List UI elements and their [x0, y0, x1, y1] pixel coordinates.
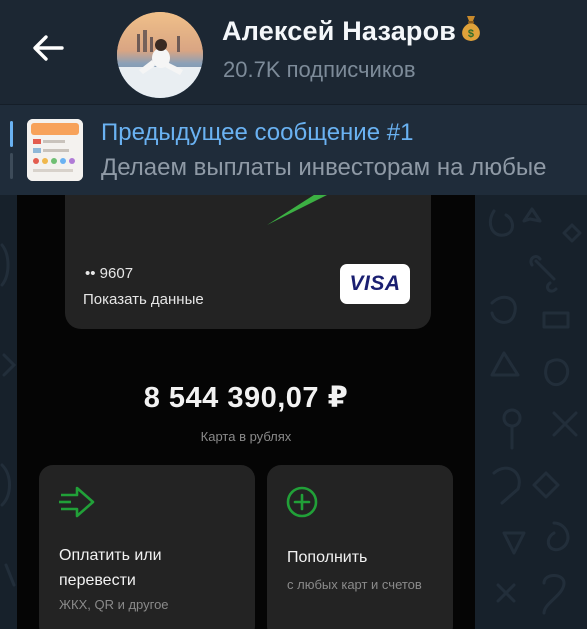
- channel-avatar[interactable]: [117, 12, 203, 98]
- pay-transfer-subtitle: ЖКХ, QR и другое: [59, 597, 169, 612]
- avatar-photo: [117, 12, 203, 98]
- pinned-preview: Делаем выплаты инвесторам на любые: [101, 154, 547, 181]
- card-number: •• 9607: [85, 265, 134, 282]
- pinned-message-bar[interactable]: Предыдущее сообщение #1 Делаем выплаты и…: [0, 104, 587, 195]
- svg-text:$: $: [468, 28, 474, 40]
- visa-logo: VISA: [340, 264, 410, 304]
- card-green-stripe: [267, 195, 327, 225]
- wallpaper-doodles-left: [0, 243, 17, 587]
- card-currency-caption: Карта в рублях: [200, 429, 292, 444]
- bank-card[interactable]: [65, 195, 431, 329]
- pinned-title: Предыдущее сообщение #1: [101, 119, 414, 146]
- top-up-title: Пополнить: [287, 549, 368, 566]
- channel-header: Алексей Назаров $ 20.7K подписчиков: [0, 0, 587, 104]
- pin-indicator-active: [10, 121, 13, 147]
- subscriber-count: 20.7K подписчиков: [223, 57, 416, 82]
- back-button[interactable]: [22, 28, 74, 68]
- channel-title-text: Алексей Назаров: [222, 16, 457, 46]
- message-photo[interactable]: •• 9607 Показать данные VISA 8 544 390,0…: [17, 195, 475, 629]
- money-bag-icon: $: [458, 14, 484, 49]
- visa-brand-text: VISA: [349, 272, 401, 295]
- show-card-details-link[interactable]: Показать данные: [83, 291, 204, 308]
- pay-transfer-title: Оплатить или перевести: [59, 547, 162, 589]
- plus-circle-icon: [285, 485, 319, 524]
- pin-indicator: [10, 153, 13, 179]
- back-arrow-icon: [33, 35, 64, 61]
- transfer-arrow-icon: [57, 485, 97, 526]
- card-balance: 8 544 390,07 ₽: [143, 382, 349, 414]
- top-up-subtitle: с любых карт и счетов: [287, 577, 422, 592]
- top-up-button[interactable]: Пополнить с любых карт и счетов: [267, 465, 453, 629]
- telegram-channel-screen: Алексей Назаров $ 20.7K подписчиков Пред…: [0, 0, 587, 629]
- pinned-thumbnail: [27, 119, 83, 181]
- wallpaper-doodles: [488, 207, 582, 615]
- channel-title[interactable]: Алексей Назаров $: [222, 14, 484, 49]
- pay-transfer-button[interactable]: Оплатить или перевести ЖКХ, QR и другое: [39, 465, 255, 629]
